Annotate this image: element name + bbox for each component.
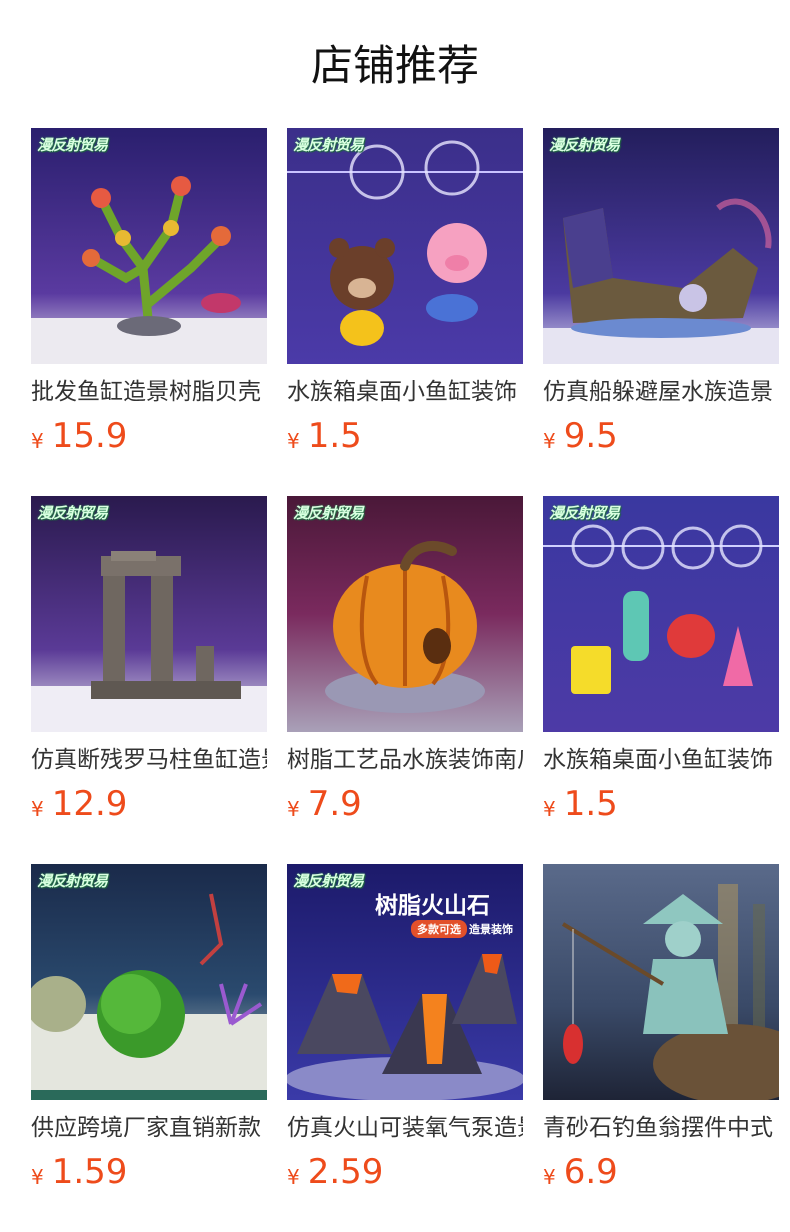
price-amount: 2.59	[307, 1152, 384, 1192]
product-image-cartoon-floats[interactable]: 漫反射贸易	[543, 496, 779, 732]
currency-symbol: ¥	[31, 429, 44, 453]
product-price: ¥15.9	[31, 414, 127, 458]
product-name[interactable]: 仿真船躲避屋水族造景	[543, 374, 779, 410]
product-image-roman-column[interactable]: 漫反射贸易	[31, 496, 267, 732]
currency-symbol: ¥	[287, 429, 300, 453]
product-image-pumpkin[interactable]: 漫反射贸易	[287, 496, 523, 732]
product-image-shipwreck[interactable]: 漫反射贸易	[543, 128, 779, 364]
product-card[interactable]: 漫反射贸易 树脂工艺品水族装饰南瓜 ¥7.9	[287, 496, 523, 824]
price-amount: 12.9	[51, 784, 128, 824]
product-card[interactable]: 漫反射贸易 仿真船躲避屋水族造景 ¥9.5	[543, 128, 779, 456]
banner-badge: 多款可选	[411, 920, 467, 938]
product-name[interactable]: 仿真火山可装氧气泵造景	[287, 1110, 523, 1146]
product-price: ¥12.9	[31, 782, 127, 826]
product-name[interactable]: 青砂石钓鱼翁摆件中式	[543, 1110, 779, 1146]
product-image-fisherman[interactable]	[543, 864, 779, 1100]
watermark: 漫反射贸易	[37, 872, 108, 890]
currency-symbol: ¥	[287, 1165, 300, 1189]
price-amount: 7.9	[307, 784, 362, 824]
currency-symbol: ¥	[543, 1165, 556, 1189]
product-name[interactable]: 仿真断残罗马柱鱼缸造景	[31, 742, 267, 778]
currency-symbol: ¥	[287, 797, 300, 821]
product-price: ¥1.5	[543, 782, 618, 826]
product-name[interactable]: 批发鱼缸造景树脂贝壳	[31, 374, 267, 410]
product-price: ¥9.5	[543, 414, 618, 458]
product-image-coral[interactable]: 漫反射贸易	[31, 128, 267, 364]
product-card[interactable]: 漫反射贸易 水族箱桌面小鱼缸装饰 ¥1.5	[287, 128, 523, 456]
watermark: 漫反射贸易	[293, 136, 364, 154]
product-name[interactable]: 水族箱桌面小鱼缸装饰	[543, 742, 779, 778]
watermark: 漫反射贸易	[293, 504, 364, 522]
price-amount: 15.9	[51, 416, 128, 456]
currency-symbol: ¥	[31, 797, 44, 821]
product-card[interactable]: 漫反射贸易 树脂火山石 多款可选 造景装饰 仿真火山可装氧气泵造景 ¥2.59	[287, 864, 523, 1192]
product-price: ¥7.9	[287, 782, 362, 826]
product-card[interactable]: 漫反射贸易 仿真断残罗马柱鱼缸造景 ¥12.9	[31, 496, 267, 824]
product-price: ¥2.59	[287, 1150, 383, 1194]
product-price: ¥1.5	[287, 414, 362, 458]
product-image-bear-pig[interactable]: 漫反射贸易	[287, 128, 523, 364]
product-name[interactable]: 水族箱桌面小鱼缸装饰	[287, 374, 523, 410]
product-price: ¥6.9	[543, 1150, 618, 1194]
currency-symbol: ¥	[543, 797, 556, 821]
product-name[interactable]: 供应跨境厂家直销新款	[31, 1110, 267, 1146]
product-image-volcano[interactable]: 漫反射贸易 树脂火山石 多款可选 造景装饰	[287, 864, 523, 1100]
price-amount: 9.5	[563, 416, 618, 456]
watermark: 漫反射贸易	[549, 504, 620, 522]
product-card[interactable]: 漫反射贸易 批发鱼缸造景树脂贝壳 ¥15.9	[31, 128, 267, 456]
watermark: 漫反射贸易	[549, 136, 620, 154]
banner-tag: 造景装饰	[469, 923, 513, 936]
price-amount: 1.5	[563, 784, 618, 824]
section-title: 店铺推荐	[310, 41, 479, 90]
watermark: 漫反射贸易	[37, 504, 108, 522]
product-card[interactable]: 漫反射贸易 水族箱桌面小鱼缸装饰 ¥1.5	[543, 496, 779, 824]
currency-symbol: ¥	[543, 429, 556, 453]
watermark: 漫反射贸易	[293, 872, 364, 890]
price-amount: 1.59	[51, 1152, 128, 1192]
product-card[interactable]: 青砂石钓鱼翁摆件中式 ¥6.9	[543, 864, 779, 1192]
product-card[interactable]: 漫反射贸易 供应跨境厂家直销新款 ¥1.59	[31, 864, 267, 1192]
price-amount: 1.5	[307, 416, 362, 456]
banner-title: 树脂火山石	[375, 893, 490, 919]
price-amount: 6.9	[563, 1152, 618, 1192]
product-name[interactable]: 树脂工艺品水族装饰南瓜	[287, 742, 523, 778]
currency-symbol: ¥	[31, 1165, 44, 1189]
watermark: 漫反射贸易	[37, 136, 108, 154]
product-price: ¥1.59	[31, 1150, 127, 1194]
product-image-moss-ball[interactable]: 漫反射贸易	[31, 864, 267, 1100]
